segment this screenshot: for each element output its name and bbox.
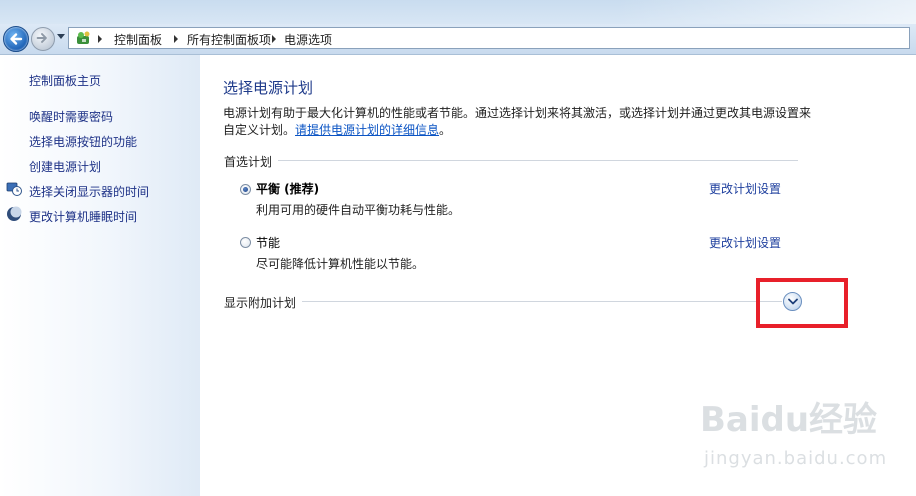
title-shine: [616, 0, 916, 26]
control-panel-icon: [77, 31, 90, 44]
sleep-moon-icon: [7, 206, 22, 221]
watermark-url: jingyan.baidu.com: [704, 448, 888, 469]
window-title-strip: [0, 0, 916, 26]
sidebar-item-sleep-time[interactable]: 更改计算机睡眠时间: [29, 208, 137, 225]
plan-balanced-name[interactable]: 平衡 (推荐): [256, 180, 319, 197]
sidebar-item-display-off[interactable]: 选择关闭显示器的时间: [29, 183, 149, 200]
plan-balanced-settings-link[interactable]: 更改计划设置: [709, 180, 781, 197]
plan-power-saver-description: 尽可能降低计算机性能以节能。: [256, 257, 425, 271]
plan-balanced-description: 利用可用的硬件自动平衡功耗与性能。: [256, 203, 461, 217]
plan-power-saver-radio[interactable]: [240, 237, 251, 248]
crumb-separator[interactable]: [272, 35, 276, 43]
plan-power-saver-settings-link[interactable]: 更改计划设置: [709, 234, 781, 251]
plan-balanced-radio[interactable]: [240, 184, 251, 195]
sidebar-item-wake-password[interactable]: 唤醒时需要密码: [29, 108, 113, 125]
arrow-right-icon: [36, 33, 47, 43]
power-plan-info-link[interactable]: 请提供电源计划的详细信息: [295, 123, 439, 137]
breadcrumb-control-panel[interactable]: 控制面板: [114, 31, 162, 48]
page-description: 电源计划有助于最大化计算机的性能或者节能。通过选择计划来将其激活，或选择计划并通…: [223, 105, 813, 139]
forward-button[interactable]: [31, 27, 55, 51]
monitor-clock-icon: [6, 182, 22, 196]
sidebar-home-link[interactable]: 控制面板主页: [29, 72, 101, 89]
preferred-plans-label: 首选计划: [224, 153, 279, 170]
show-additional-plans-label[interactable]: 显示附加计划: [224, 294, 303, 311]
additional-divider: [224, 301, 782, 302]
description-end: 。: [439, 123, 452, 137]
watermark-brand: Baidu经验: [700, 400, 878, 440]
preferred-divider: [224, 160, 798, 161]
breadcrumb-all-items[interactable]: 所有控制面板项: [187, 31, 271, 48]
crumb-separator[interactable]: [174, 35, 178, 43]
sidebar-item-power-button[interactable]: 选择电源按钮的功能: [29, 133, 137, 150]
address-bar[interactable]: 控制面板 所有控制面板项 电源选项: [68, 27, 910, 49]
plan-power-saver-name[interactable]: 节能: [256, 234, 280, 251]
back-button[interactable]: [3, 26, 29, 52]
arrow-left-icon: [10, 33, 23, 45]
navigation-bar: 控制面板 所有控制面板项 电源选项: [0, 24, 916, 55]
page-title: 选择电源计划: [223, 79, 314, 97]
breadcrumb-power-options[interactable]: 电源选项: [284, 31, 332, 48]
sidebar-item-create-plan[interactable]: 创建电源计划: [29, 158, 101, 175]
left-task-pane: 控制面板主页 唤醒时需要密码 选择电源按钮的功能 创建电源计划 选择关闭显示器的…: [0, 55, 200, 496]
baidu-watermark: Baidu经验 jingyan.baidu.com: [700, 392, 900, 482]
red-highlight-box: [756, 278, 848, 328]
crumb-separator[interactable]: [98, 35, 102, 43]
recent-pages-dropdown[interactable]: [57, 34, 65, 39]
